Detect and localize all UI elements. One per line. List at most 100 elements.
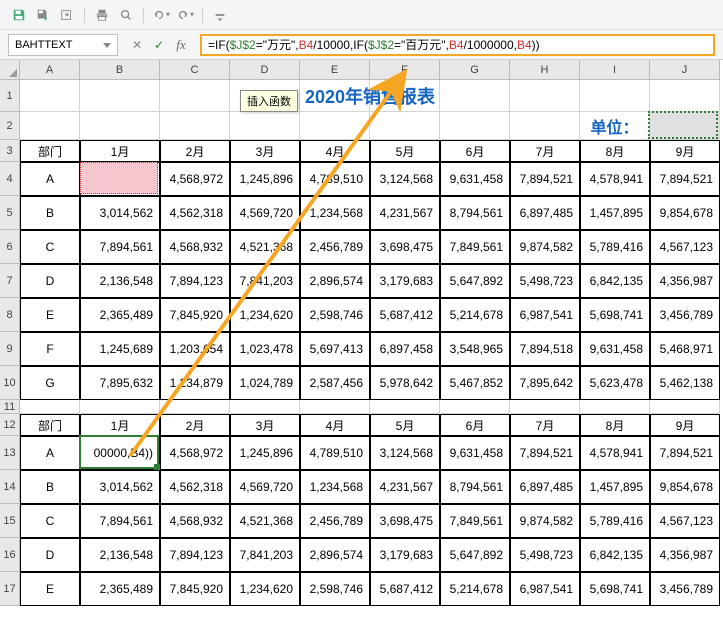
cell-B15[interactable]: 7,894,561	[80, 504, 160, 538]
cell-C11[interactable]	[160, 400, 230, 414]
cell-B8[interactable]: 2,365,489	[80, 298, 160, 332]
export-icon[interactable]	[58, 6, 76, 24]
cell-J16[interactable]: 4,356,987	[650, 538, 720, 572]
save-icon[interactable]	[10, 6, 28, 24]
col-header-B[interactable]: B	[80, 60, 160, 80]
cell-F4[interactable]: 3,124,568	[370, 162, 440, 196]
cell-D11[interactable]	[230, 400, 300, 414]
spreadsheet-grid[interactable]: ABCDEFGHIJ12020年销售报表2单位：3部门1月2月3月4月5月6月7…	[0, 60, 723, 630]
row-header-3[interactable]: 3	[0, 140, 20, 162]
cell-A13[interactable]: A	[20, 436, 80, 470]
cell-G17[interactable]: 5,214,678	[440, 572, 510, 606]
cell-J13[interactable]: 7,894,521	[650, 436, 720, 470]
cell-A15[interactable]: C	[20, 504, 80, 538]
cell-G6[interactable]: 7,849,561	[440, 230, 510, 264]
cell-A3[interactable]: 部门	[20, 140, 80, 162]
cell-D14[interactable]: 4,569,720	[230, 470, 300, 504]
row-header-9[interactable]: 9	[0, 332, 20, 366]
cell-F7[interactable]: 3,179,683	[370, 264, 440, 298]
row-header-6[interactable]: 6	[0, 230, 20, 264]
cell-B5[interactable]: 3,014,562	[80, 196, 160, 230]
cell-C1[interactable]	[160, 80, 230, 112]
cell-B11[interactable]	[80, 400, 160, 414]
cell-I15[interactable]: 5,789,416	[580, 504, 650, 538]
cell-B10[interactable]: 7,895,632	[80, 366, 160, 400]
cell-G14[interactable]: 8,794,561	[440, 470, 510, 504]
cell-C5[interactable]: 4,562,318	[160, 196, 230, 230]
cell-I17[interactable]: 5,698,741	[580, 572, 650, 606]
formula-input[interactable]: =IF($J$2="万元",B4/10000,IF($J$2="百万元",B4/…	[200, 34, 715, 56]
cell-G8[interactable]: 5,214,678	[440, 298, 510, 332]
cell-D17[interactable]: 1,234,620	[230, 572, 300, 606]
cell-I8[interactable]: 5,698,741	[580, 298, 650, 332]
cell-C12[interactable]: 2月	[160, 414, 230, 436]
cell-J11[interactable]	[650, 400, 720, 414]
cell-J5[interactable]: 9,854,678	[650, 196, 720, 230]
name-box[interactable]: BAHTTEXT	[8, 34, 118, 56]
cell-H3[interactable]: 7月	[510, 140, 580, 162]
col-header-J[interactable]: J	[650, 60, 720, 80]
row-header-17[interactable]: 17	[0, 572, 20, 606]
cell-B12[interactable]: 1月	[80, 414, 160, 436]
cell-J10[interactable]: 5,462,138	[650, 366, 720, 400]
col-header-C[interactable]: C	[160, 60, 230, 80]
cell-H14[interactable]: 6,897,485	[510, 470, 580, 504]
cell-D8[interactable]: 1,234,620	[230, 298, 300, 332]
cell-H17[interactable]: 6,987,541	[510, 572, 580, 606]
cell-C2[interactable]	[160, 112, 230, 140]
cell-J3[interactable]: 9月	[650, 140, 720, 162]
cell-H4[interactable]: 7,894,521	[510, 162, 580, 196]
cell-E7[interactable]: 2,896,574	[300, 264, 370, 298]
cell-E17[interactable]: 2,598,746	[300, 572, 370, 606]
cell-B14[interactable]: 3,014,562	[80, 470, 160, 504]
cell-G15[interactable]: 7,849,561	[440, 504, 510, 538]
row-header-1[interactable]: 1	[0, 80, 20, 112]
cell-G9[interactable]: 3,548,965	[440, 332, 510, 366]
cell-I5[interactable]: 1,457,895	[580, 196, 650, 230]
row-header-16[interactable]: 16	[0, 538, 20, 572]
accept-icon[interactable]: ✓	[152, 38, 166, 52]
toolbar-dropdown-icon[interactable]	[211, 6, 229, 24]
cell-I10[interactable]: 5,623,478	[580, 366, 650, 400]
cell-G5[interactable]: 8,794,561	[440, 196, 510, 230]
col-header-H[interactable]: H	[510, 60, 580, 80]
cell-A5[interactable]: B	[20, 196, 80, 230]
cell-A12[interactable]: 部门	[20, 414, 80, 436]
cell-I6[interactable]: 5,789,416	[580, 230, 650, 264]
cell-E8[interactable]: 2,598,746	[300, 298, 370, 332]
cell-A2[interactable]	[20, 112, 80, 140]
cell-G3[interactable]: 6月	[440, 140, 510, 162]
cell-F3[interactable]: 5月	[370, 140, 440, 162]
cell-C3[interactable]: 2月	[160, 140, 230, 162]
col-header-I[interactable]: I	[580, 60, 650, 80]
cell-B17[interactable]: 2,365,489	[80, 572, 160, 606]
cell-B6[interactable]: 7,894,561	[80, 230, 160, 264]
cell-G1[interactable]	[440, 80, 510, 112]
row-header-10[interactable]: 10	[0, 366, 20, 400]
cell-F14[interactable]: 4,231,567	[370, 470, 440, 504]
row-header-4[interactable]: 4	[0, 162, 20, 196]
cell-B4[interactable]: 4,231,569	[80, 162, 160, 196]
cell-I13[interactable]: 4,578,941	[580, 436, 650, 470]
row-header-13[interactable]: 13	[0, 436, 20, 470]
cell-D13[interactable]: 1,245,896	[230, 436, 300, 470]
cell-B3[interactable]: 1月	[80, 140, 160, 162]
cell-H9[interactable]: 7,894,518	[510, 332, 580, 366]
cell-E11[interactable]	[300, 400, 370, 414]
cell-H6[interactable]: 9,874,582	[510, 230, 580, 264]
cell-C4[interactable]: 4,568,972	[160, 162, 230, 196]
cell-H13[interactable]: 7,894,521	[510, 436, 580, 470]
cell-A14[interactable]: B	[20, 470, 80, 504]
cell-D16[interactable]: 7,841,203	[230, 538, 300, 572]
cell-C13[interactable]: 4,568,972	[160, 436, 230, 470]
cell-C14[interactable]: 4,562,318	[160, 470, 230, 504]
cell-E3[interactable]: 4月	[300, 140, 370, 162]
cell-A17[interactable]: E	[20, 572, 80, 606]
cell-C6[interactable]: 4,568,932	[160, 230, 230, 264]
cell-H5[interactable]: 6,897,485	[510, 196, 580, 230]
cell-C9[interactable]: 1,203,654	[160, 332, 230, 366]
cell-B2[interactable]	[80, 112, 160, 140]
cell-H8[interactable]: 6,987,541	[510, 298, 580, 332]
cell-I2[interactable]: 单位：	[580, 112, 650, 140]
cell-F15[interactable]: 3,698,475	[370, 504, 440, 538]
